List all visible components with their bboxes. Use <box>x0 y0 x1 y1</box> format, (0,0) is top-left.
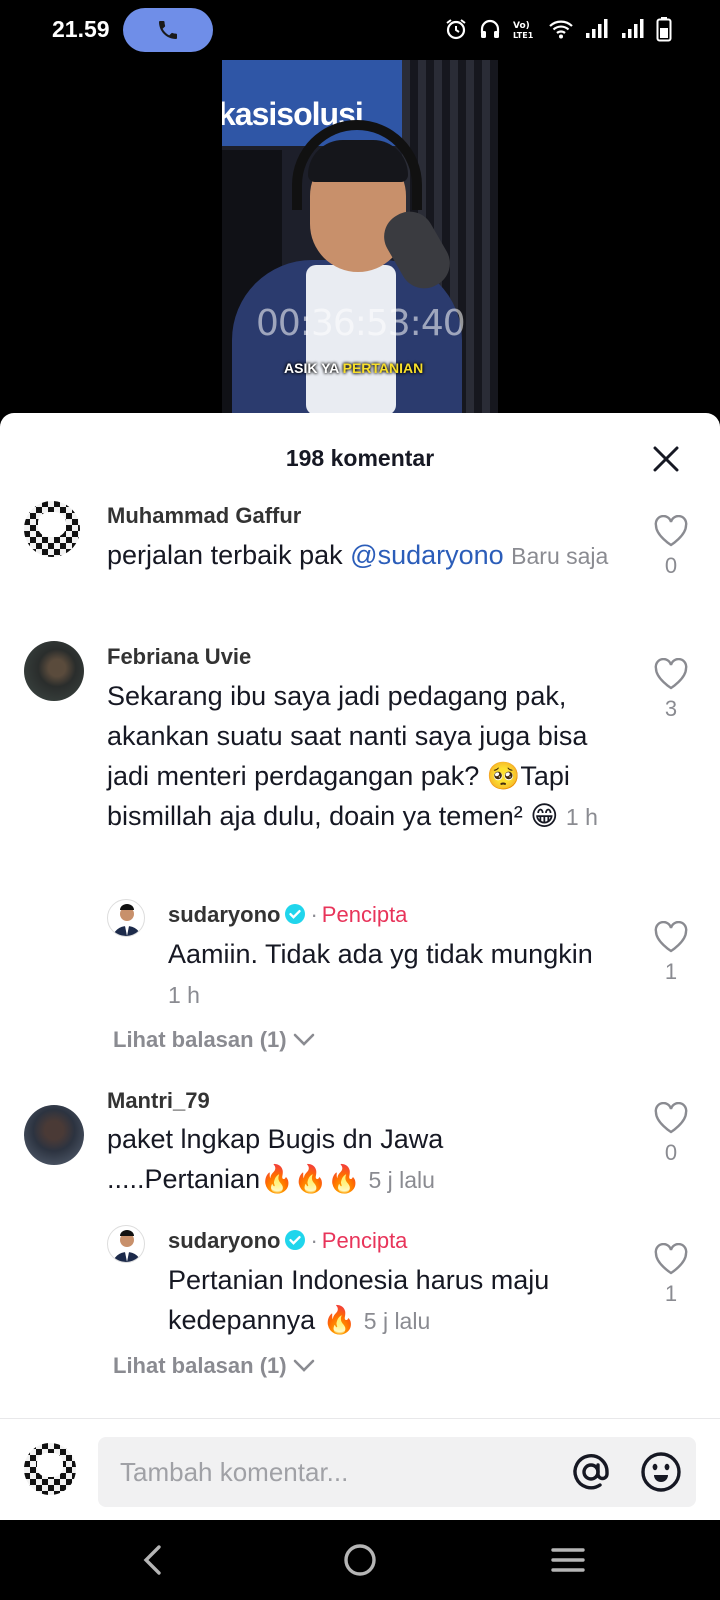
avatar[interactable] <box>107 899 145 937</box>
svg-text:LTE1: LTE1 <box>513 31 534 40</box>
comment-text: perjalan terbaik pak @sudaryono Baru saj… <box>107 540 609 570</box>
video-timer: 00:36:53:40 <box>256 303 466 344</box>
emoji-icon <box>641 1452 681 1492</box>
avatar[interactable] <box>24 641 84 701</box>
my-avatar <box>24 1443 76 1495</box>
signal-icon <box>622 19 644 38</box>
chevron-down-icon <box>293 1359 314 1372</box>
status-bar: 21.59 Vo) LTE1 <box>0 0 720 60</box>
like-count: 1 <box>664 959 678 984</box>
video-caption: ASIK YA PERTANIAN <box>284 360 424 376</box>
ongoing-call-pill[interactable] <box>123 8 213 52</box>
like-count: 0 <box>664 1140 678 1165</box>
like-button[interactable]: 0 <box>651 515 691 579</box>
reply-time: 5 j lalu <box>363 1308 431 1334</box>
creator-badge: Pencipta <box>321 902 408 927</box>
view-replies-button[interactable]: Lihat balasan (1) <box>113 1353 315 1379</box>
mention-button[interactable] <box>568 1449 614 1495</box>
verified-icon <box>285 1230 306 1250</box>
comment-input[interactable] <box>120 1437 540 1507</box>
close-button[interactable] <box>646 439 686 479</box>
like-count: 3 <box>664 696 678 721</box>
like-count: 1 <box>664 1281 678 1306</box>
comment-input-bar <box>0 1418 720 1520</box>
back-icon <box>143 1545 161 1575</box>
comment-text: Sekarang ibu saya jadi pedagang pak, aka… <box>107 681 598 831</box>
comment-username[interactable]: Muhammad Gaffur <box>107 503 301 529</box>
recents-icon <box>551 1548 585 1572</box>
creator-badge: Pencipta <box>321 1228 408 1253</box>
home-icon <box>344 1544 376 1576</box>
like-button[interactable]: 0 <box>651 1102 691 1166</box>
chevron-down-icon <box>293 1033 314 1046</box>
heart-icon <box>654 921 688 953</box>
comment-mention[interactable]: @sudaryono <box>350 540 504 570</box>
close-icon <box>653 446 679 472</box>
comment-username[interactable]: Mantri_79 <box>107 1088 210 1114</box>
reply-text: Pertanian Indonesia harus maju kedepanny… <box>168 1265 550 1335</box>
reply-username-line: sudaryono · Pencipta <box>168 902 408 927</box>
status-icons: Vo) LTE1 <box>444 16 672 42</box>
reply-username[interactable]: sudaryono <box>168 1228 280 1253</box>
comment-time: 5 j lalu <box>368 1167 435 1193</box>
comments-count-title: 198 komentar <box>285 445 435 471</box>
like-button[interactable]: 1 <box>651 1243 691 1307</box>
reply-username-line: sudaryono · Pencipta <box>168 1228 408 1253</box>
like-button[interactable]: 1 <box>651 921 691 985</box>
phone-icon <box>159 21 177 39</box>
alarm-icon <box>446 19 466 40</box>
avatar[interactable] <box>24 1105 84 1165</box>
comment-time: 1 h <box>565 804 598 830</box>
back-button[interactable] <box>123 1540 183 1580</box>
heart-icon <box>654 1243 688 1275</box>
creator-avatar-icon <box>113 904 141 936</box>
like-count: 0 <box>664 553 678 578</box>
reply-username[interactable]: sudaryono <box>168 902 280 927</box>
system-nav-bar <box>0 1520 720 1600</box>
avatar[interactable] <box>24 501 80 557</box>
wifi-icon <box>549 20 573 39</box>
comment-input-box[interactable] <box>98 1437 696 1507</box>
like-button[interactable]: 3 <box>651 658 691 722</box>
emoji-button[interactable] <box>638 1449 684 1495</box>
volte-icon: Vo)LTE1 <box>513 21 534 40</box>
home-button[interactable] <box>330 1540 390 1580</box>
comment-time: Baru saja <box>511 543 609 569</box>
at-icon <box>573 1454 609 1490</box>
headphones-icon <box>480 19 500 38</box>
status-time: 21.59 <box>52 16 110 42</box>
comments-sheet: 198 komentar Muhammad Gaffur perjalan te… <box>0 413 720 1520</box>
heart-icon <box>654 515 688 547</box>
signal-icon <box>586 19 608 38</box>
creator-avatar-icon <box>113 1230 141 1262</box>
verified-icon <box>285 904 306 924</box>
svg-text:Vo): Vo) <box>513 21 530 31</box>
recents-button[interactable] <box>538 1540 598 1580</box>
battery-icon <box>656 17 672 42</box>
comment-username[interactable]: Febriana Uvie <box>107 644 251 670</box>
view-replies-button[interactable]: Lihat balasan (1) <box>113 1027 315 1053</box>
comment-text: paket lngkap Bugis dn Jawa .....Pertania… <box>107 1124 444 1194</box>
heart-icon <box>654 1102 688 1134</box>
reply-text: Aamiin. Tidak ada yg tidak mungkin 1 h <box>168 939 593 1008</box>
heart-icon <box>654 658 688 690</box>
avatar[interactable] <box>107 1225 145 1263</box>
video-player[interactable]: kasisolusi 00:36:53:40 ASIK YA PERTANIAN <box>222 60 498 415</box>
reply-time: 1 h <box>168 982 200 1008</box>
